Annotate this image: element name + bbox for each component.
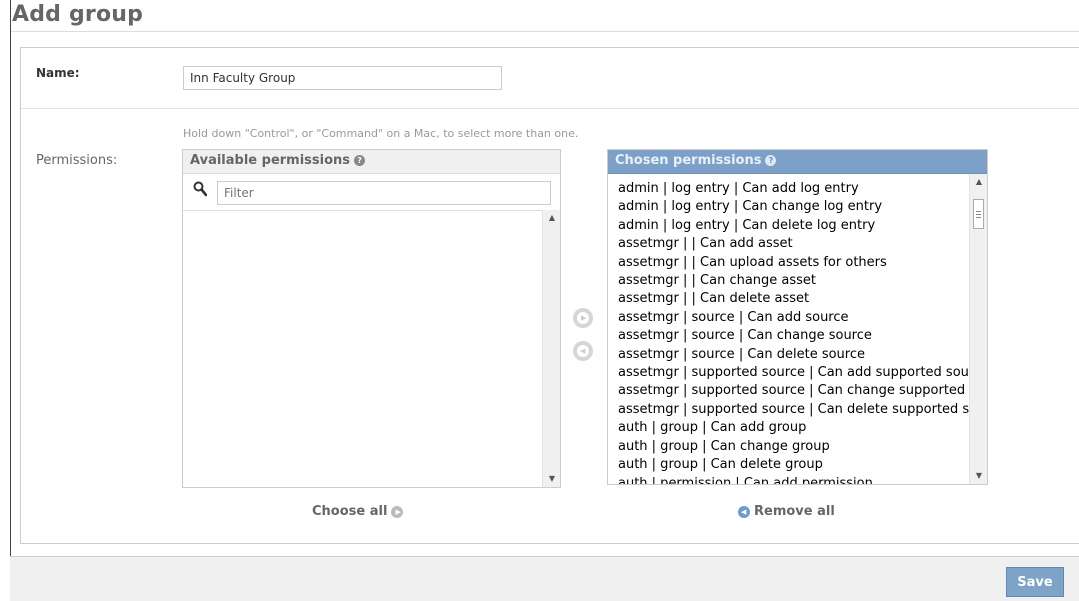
grip-line [976, 217, 981, 218]
help-icon[interactable]: ? [354, 155, 366, 166]
list-item[interactable]: assetmgr | | Can upload assets for other… [618, 254, 969, 272]
grip-line [976, 211, 981, 212]
scroll-up-arrow-icon[interactable]: ▲ [970, 174, 988, 190]
chosen-permissions-title: Chosen permissions [615, 153, 762, 168]
chosen-permissions-list[interactable]: admin | log entry | Can add log entry ad… [608, 174, 969, 484]
list-item[interactable]: auth | permission | Can add permission [618, 475, 969, 485]
name-row [21, 48, 1079, 109]
remove-selected-button[interactable]: ◀ [573, 341, 593, 361]
chosen-permissions-header: Chosen permissions? [608, 150, 987, 174]
name-input[interactable] [183, 66, 502, 90]
list-item[interactable]: assetmgr | source | Can change source [618, 327, 969, 345]
page-title: Add group [12, 2, 144, 27]
scroll-down-arrow-icon[interactable]: ▼ [970, 468, 988, 484]
list-item[interactable]: assetmgr | | Can delete asset [618, 290, 969, 308]
remove-all-label: Remove all [754, 504, 835, 519]
scroll-thumb[interactable] [973, 199, 984, 229]
list-item[interactable]: admin | log entry | Can delete log entry [618, 217, 969, 235]
remove-circle-icon: ◀ [738, 505, 750, 518]
title-divider [11, 31, 1079, 32]
list-item[interactable]: admin | log entry | Can add log entry [618, 180, 969, 198]
save-button[interactable]: Save [1006, 567, 1064, 597]
help-icon[interactable]: ? [765, 155, 777, 166]
list-item[interactable]: assetmgr | | Can change asset [618, 272, 969, 290]
add-selected-button[interactable]: ▶ [573, 308, 593, 328]
available-permissions-box: Available permissions? ▲ ▼ [182, 149, 561, 488]
choose-all-label: Choose all [312, 504, 388, 519]
list-item[interactable]: auth | group | Can change group [618, 438, 969, 456]
choose-all-link[interactable]: Choose all ▶ [312, 504, 404, 519]
available-permissions-header: Available permissions? [183, 150, 560, 174]
list-item[interactable]: assetmgr | supported source | Can change… [618, 382, 969, 400]
name-label: Name: [36, 66, 80, 80]
remove-circle-icon: ◀ [577, 345, 589, 357]
submit-row [10, 556, 1079, 601]
available-permissions-list[interactable] [183, 210, 560, 487]
scroll-down-arrow-icon[interactable]: ▼ [543, 471, 561, 487]
filter-input[interactable] [217, 181, 551, 205]
remove-all-link[interactable]: ◀ Remove all [738, 504, 835, 519]
list-item[interactable]: auth | group | Can delete group [618, 456, 969, 474]
list-item[interactable]: auth | group | Can add group [618, 419, 969, 437]
available-permissions-title: Available permissions [190, 153, 351, 168]
chosen-list-scrollbar[interactable]: ▲ ▼ [969, 174, 987, 484]
list-item[interactable]: assetmgr | | Can add asset [618, 235, 969, 253]
add-circle-icon: ▶ [577, 312, 589, 324]
add-circle-icon: ▶ [391, 505, 404, 518]
grip-line [976, 214, 981, 215]
available-list-scrollbar[interactable]: ▲ ▼ [542, 210, 560, 487]
permissions-help-text: Hold down "Control", or "Command" on a M… [183, 127, 579, 140]
search-icon [193, 181, 207, 197]
scroll-up-arrow-icon[interactable]: ▲ [543, 210, 561, 226]
list-item[interactable]: admin | log entry | Can change log entry [618, 198, 969, 216]
permissions-label: Permissions: [36, 153, 118, 168]
chosen-permissions-box: Chosen permissions? admin | log entry | … [607, 149, 988, 485]
list-item[interactable]: assetmgr | source | Can add source [618, 309, 969, 327]
list-item[interactable]: assetmgr | supported source | Can add su… [618, 364, 969, 382]
list-item[interactable]: assetmgr | source | Can delete source [618, 346, 969, 364]
list-item[interactable]: assetmgr | supported source | Can delete… [618, 401, 969, 419]
filter-row [183, 174, 560, 211]
